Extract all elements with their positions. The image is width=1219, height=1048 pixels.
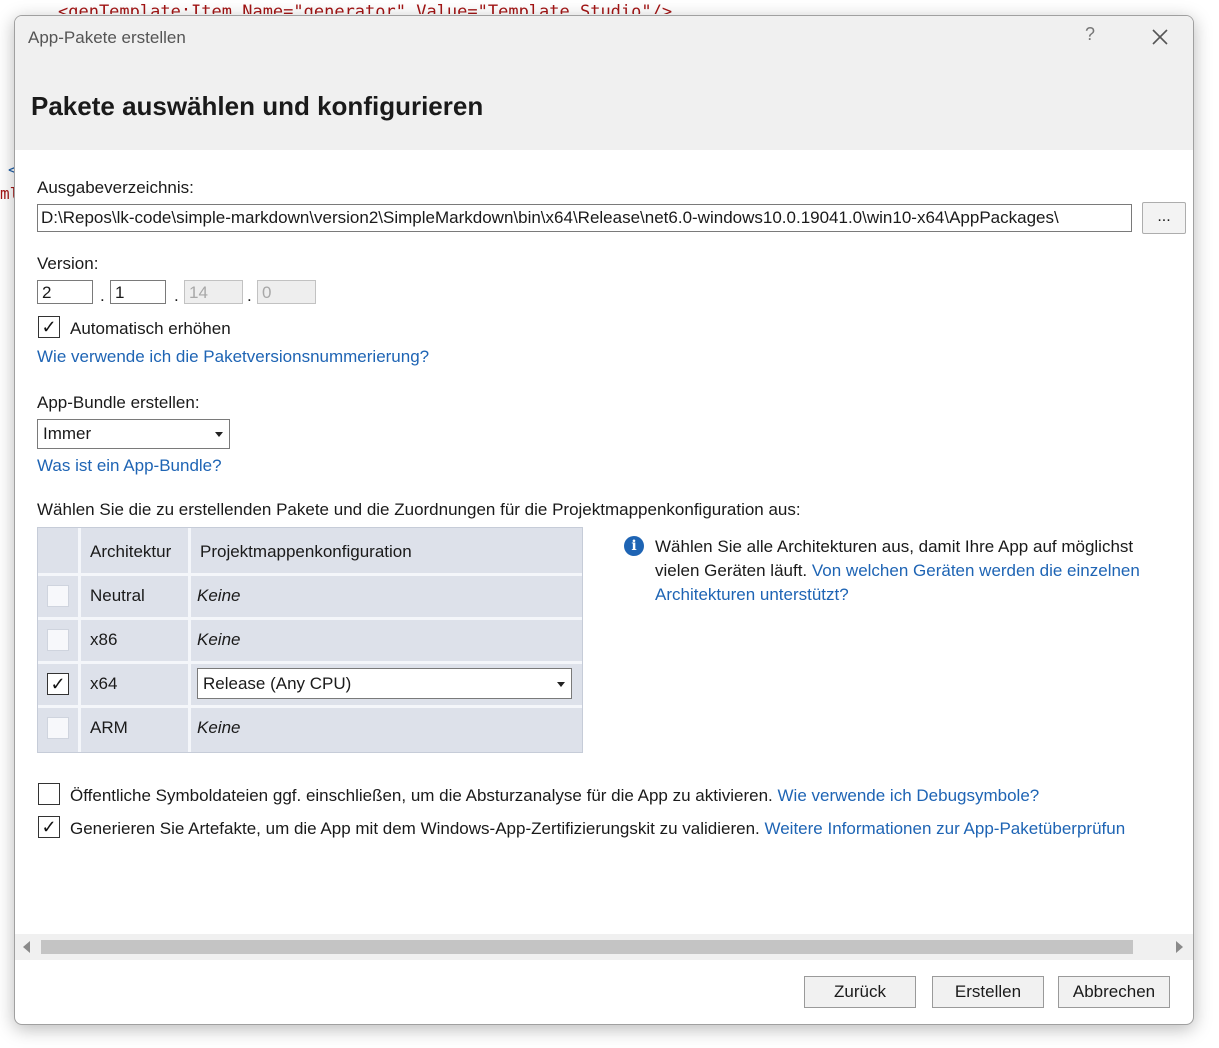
bundle-selected-value: Immer bbox=[43, 424, 92, 443]
create-app-packages-dialog: App-Pakete erstellen ? Pakete auswählen … bbox=[14, 15, 1194, 1025]
include-symbols-checkbox[interactable] bbox=[38, 783, 60, 805]
package-validation-help-link[interactable]: Weitere Informationen zur App-Paketüberp… bbox=[764, 819, 1125, 838]
wack-artifacts-checkbox[interactable]: ✓ bbox=[38, 816, 60, 838]
row-configuration: Keine bbox=[197, 630, 241, 650]
info-message: Wählen Sie alle Architekturen aus, damit… bbox=[655, 535, 1155, 607]
row-checkbox-x86[interactable] bbox=[47, 629, 69, 651]
dialog-header: App-Pakete erstellen ? Pakete auswählen … bbox=[15, 16, 1193, 150]
configuration-select-x64[interactable]: Release (Any CPU) bbox=[197, 668, 572, 699]
column-header-configuration: Projektmappenkonfiguration bbox=[200, 542, 412, 562]
back-button[interactable]: Zurück bbox=[804, 976, 916, 1008]
chevron-down-icon bbox=[557, 681, 565, 687]
scrollbar-thumb[interactable] bbox=[41, 940, 1133, 954]
packages-grid: Architektur Projektmappenkonfiguration N… bbox=[37, 527, 583, 753]
auto-increment-label: Automatisch erhöhen bbox=[70, 319, 231, 338]
version-revision-input: 0 bbox=[257, 280, 316, 304]
row-architecture: Neutral bbox=[90, 586, 145, 606]
cancel-button[interactable]: Abbrechen bbox=[1058, 976, 1170, 1008]
output-directory-label: Ausgabeverzeichnis: bbox=[37, 178, 194, 197]
row-configuration: Keine bbox=[197, 718, 241, 738]
version-minor-input[interactable]: 1 bbox=[110, 280, 166, 304]
background-code-line: <genTemplate:Item Name="generator" Value… bbox=[58, 2, 673, 14]
grid-separator bbox=[38, 573, 582, 576]
version-separator: . bbox=[174, 286, 179, 305]
grid-separator bbox=[38, 617, 582, 620]
version-separator: . bbox=[247, 286, 252, 305]
version-major-input[interactable]: 2 bbox=[37, 280, 93, 304]
browse-button[interactable]: ... bbox=[1142, 202, 1186, 234]
version-numbering-help-link[interactable]: Wie verwende ich die Paketversionsnummer… bbox=[37, 347, 429, 367]
row-configuration: Keine bbox=[197, 586, 241, 606]
version-label: Version: bbox=[37, 254, 99, 273]
version-build-input: 14 bbox=[184, 280, 243, 304]
row-architecture: x64 bbox=[90, 674, 118, 694]
create-button[interactable]: Erstellen bbox=[932, 976, 1044, 1008]
row-checkbox-arm[interactable] bbox=[47, 717, 69, 739]
grid-separator bbox=[188, 528, 191, 752]
scroll-right-icon[interactable] bbox=[1176, 941, 1183, 953]
row-checkbox-x64[interactable]: ✓ bbox=[47, 673, 69, 695]
page-title: Pakete auswählen und konfigurieren bbox=[31, 91, 484, 121]
include-symbols-label: Öffentliche Symboldateien ggf. einschlie… bbox=[70, 786, 773, 805]
grid-separator bbox=[38, 705, 582, 708]
debug-symbols-help-link[interactable]: Wie verwende ich Debugsymbole? bbox=[778, 786, 1040, 805]
version-separator: . bbox=[100, 286, 105, 305]
chevron-down-icon bbox=[215, 432, 223, 437]
wack-artifacts-row: Generieren Sie Artefakte, um die App mit… bbox=[70, 819, 1125, 839]
close-icon bbox=[1152, 29, 1168, 45]
scroll-left-icon[interactable] bbox=[23, 941, 30, 953]
app-bundle-help-link[interactable]: Was ist ein App-Bundle? bbox=[37, 456, 222, 476]
configuration-selected-value: Release (Any CPU) bbox=[203, 674, 352, 693]
column-header-architecture: Architektur bbox=[90, 542, 172, 562]
info-icon: i bbox=[624, 536, 644, 556]
bundle-select[interactable]: Immer bbox=[37, 419, 230, 449]
include-symbols-row: Öffentliche Symboldateien ggf. einschlie… bbox=[70, 786, 1039, 806]
auto-increment-checkbox[interactable]: ✓ bbox=[38, 316, 60, 338]
wack-artifacts-label: Generieren Sie Artefakte, um die App mit… bbox=[70, 819, 760, 838]
row-architecture: ARM bbox=[90, 718, 128, 738]
packages-instruction: Wählen Sie die zu erstellenden Pakete un… bbox=[37, 500, 801, 519]
row-architecture: x86 bbox=[90, 630, 118, 650]
bundle-label: App-Bundle erstellen: bbox=[37, 393, 200, 412]
row-checkbox-neutral[interactable] bbox=[47, 585, 69, 607]
horizontal-scrollbar[interactable] bbox=[15, 934, 1193, 960]
grid-separator bbox=[78, 528, 81, 752]
help-button[interactable]: ? bbox=[1081, 24, 1099, 50]
window-title: App-Pakete erstellen bbox=[28, 28, 186, 47]
output-directory-input[interactable]: D:\Repos\lk-code\simple-markdown\version… bbox=[37, 204, 1132, 232]
close-button[interactable] bbox=[1147, 24, 1173, 50]
grid-separator bbox=[38, 661, 582, 664]
